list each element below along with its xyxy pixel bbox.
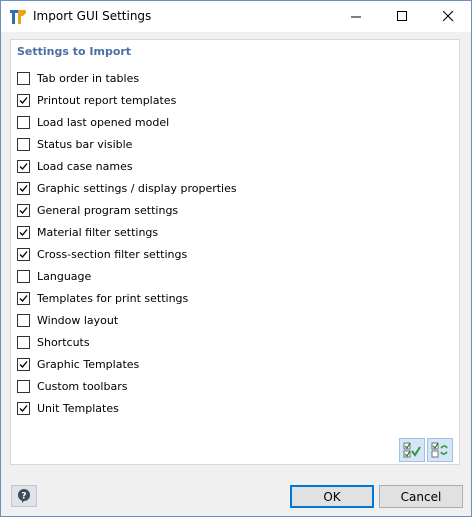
setting-checkbox-row[interactable]: Load case names bbox=[17, 157, 133, 175]
checkbox[interactable] bbox=[17, 115, 30, 129]
checkbox-label: Language bbox=[37, 269, 92, 283]
close-icon bbox=[442, 11, 453, 22]
checkbox-label: Graphic settings / display properties bbox=[37, 181, 237, 195]
check-all-icon bbox=[403, 442, 421, 458]
checkmark-icon bbox=[19, 404, 28, 412]
toggle-selection-button[interactable] bbox=[427, 438, 453, 462]
setting-checkbox-row[interactable]: Tab order in tables bbox=[17, 69, 139, 87]
setting-checkbox-row[interactable]: Load last opened model bbox=[17, 113, 169, 131]
checkmark-icon bbox=[19, 206, 28, 214]
checkbox[interactable] bbox=[17, 71, 30, 85]
checkmark-icon bbox=[19, 228, 28, 236]
app-logo-icon bbox=[9, 8, 27, 26]
checkbox-label: General program settings bbox=[37, 203, 179, 217]
checkbox[interactable] bbox=[17, 247, 30, 261]
checkbox-label: Tab order in tables bbox=[37, 71, 140, 85]
select-all-button[interactable] bbox=[399, 438, 425, 462]
maximize-button[interactable] bbox=[379, 1, 425, 32]
setting-checkbox-row[interactable]: Language bbox=[17, 267, 91, 285]
setting-checkbox-row[interactable]: Printout report templates bbox=[17, 91, 176, 109]
setting-checkbox-row[interactable]: General program settings bbox=[17, 201, 178, 219]
setting-checkbox-row[interactable]: Material filter settings bbox=[17, 223, 158, 241]
checkmark-icon bbox=[19, 294, 28, 302]
checkbox-label: Shortcuts bbox=[37, 335, 90, 349]
checkbox-label: Status bar visible bbox=[37, 137, 133, 151]
checkbox[interactable] bbox=[17, 93, 30, 107]
cancel-button[interactable]: Cancel bbox=[379, 485, 463, 508]
checkbox[interactable] bbox=[17, 225, 30, 239]
checkbox[interactable] bbox=[17, 357, 30, 371]
setting-checkbox-row[interactable]: Custom toolbars bbox=[17, 377, 127, 395]
checkbox-label: Load last opened model bbox=[37, 115, 170, 129]
setting-checkbox-row[interactable]: Window layout bbox=[17, 311, 118, 329]
setting-checkbox-row[interactable]: Unit Templates bbox=[17, 399, 119, 417]
checkbox-label: Templates for print settings bbox=[37, 291, 189, 305]
setting-checkbox-row[interactable]: Shortcuts bbox=[17, 333, 90, 351]
checkmark-icon bbox=[19, 184, 28, 192]
maximize-icon bbox=[396, 11, 407, 21]
checkbox[interactable] bbox=[17, 291, 30, 305]
checkbox-label: Custom toolbars bbox=[37, 379, 128, 393]
checkbox[interactable] bbox=[17, 379, 30, 393]
settings-panel: Settings to Import Tab order in tables Pr… bbox=[10, 39, 460, 465]
checkbox-label: Material filter settings bbox=[37, 225, 159, 239]
title-bar: Import GUI Settings bbox=[1, 1, 471, 32]
checkbox[interactable] bbox=[17, 203, 30, 217]
setting-checkbox-row[interactable]: Graphic Templates bbox=[17, 355, 139, 373]
checkmark-icon bbox=[19, 250, 28, 258]
setting-checkbox-row[interactable]: Templates for print settings bbox=[17, 289, 188, 307]
minimize-button[interactable] bbox=[333, 1, 379, 32]
help-button[interactable]: ? bbox=[11, 485, 37, 507]
checkmark-icon bbox=[19, 360, 28, 368]
checkbox[interactable] bbox=[17, 159, 30, 173]
ok-button[interactable]: OK bbox=[290, 485, 374, 508]
checkbox[interactable] bbox=[17, 181, 30, 195]
checkbox-label: Window layout bbox=[37, 313, 119, 327]
window-title: Import GUI Settings bbox=[33, 9, 152, 23]
checkbox-label: Cross-section filter settings bbox=[37, 247, 188, 261]
checkmark-icon bbox=[19, 162, 28, 170]
checkbox[interactable] bbox=[17, 269, 30, 283]
setting-checkbox-row[interactable]: Status bar visible bbox=[17, 135, 132, 153]
checkbox-label: Printout report templates bbox=[37, 93, 177, 107]
checkbox-label: Graphic Templates bbox=[37, 357, 140, 371]
setting-checkbox-row[interactable]: Cross-section filter settings bbox=[17, 245, 187, 263]
checkbox[interactable] bbox=[17, 313, 30, 327]
svg-text:?: ? bbox=[21, 492, 26, 502]
help-icon: ? bbox=[18, 489, 30, 503]
setting-checkbox-row[interactable]: Graphic settings / display properties bbox=[17, 179, 237, 197]
section-title: Settings to Import bbox=[17, 45, 132, 58]
checkbox[interactable] bbox=[17, 137, 30, 151]
checkmark-icon bbox=[19, 96, 28, 104]
checkbox[interactable] bbox=[17, 401, 30, 415]
minimize-icon bbox=[350, 16, 361, 18]
close-button[interactable] bbox=[425, 1, 471, 32]
import-gui-settings-dialog: Import GUI Settings Settings to Import T… bbox=[0, 0, 472, 517]
toggle-selection-icon bbox=[431, 442, 448, 458]
checkbox[interactable] bbox=[17, 335, 30, 349]
checkbox-label: Load case names bbox=[37, 159, 133, 173]
checkbox-label: Unit Templates bbox=[37, 401, 119, 415]
